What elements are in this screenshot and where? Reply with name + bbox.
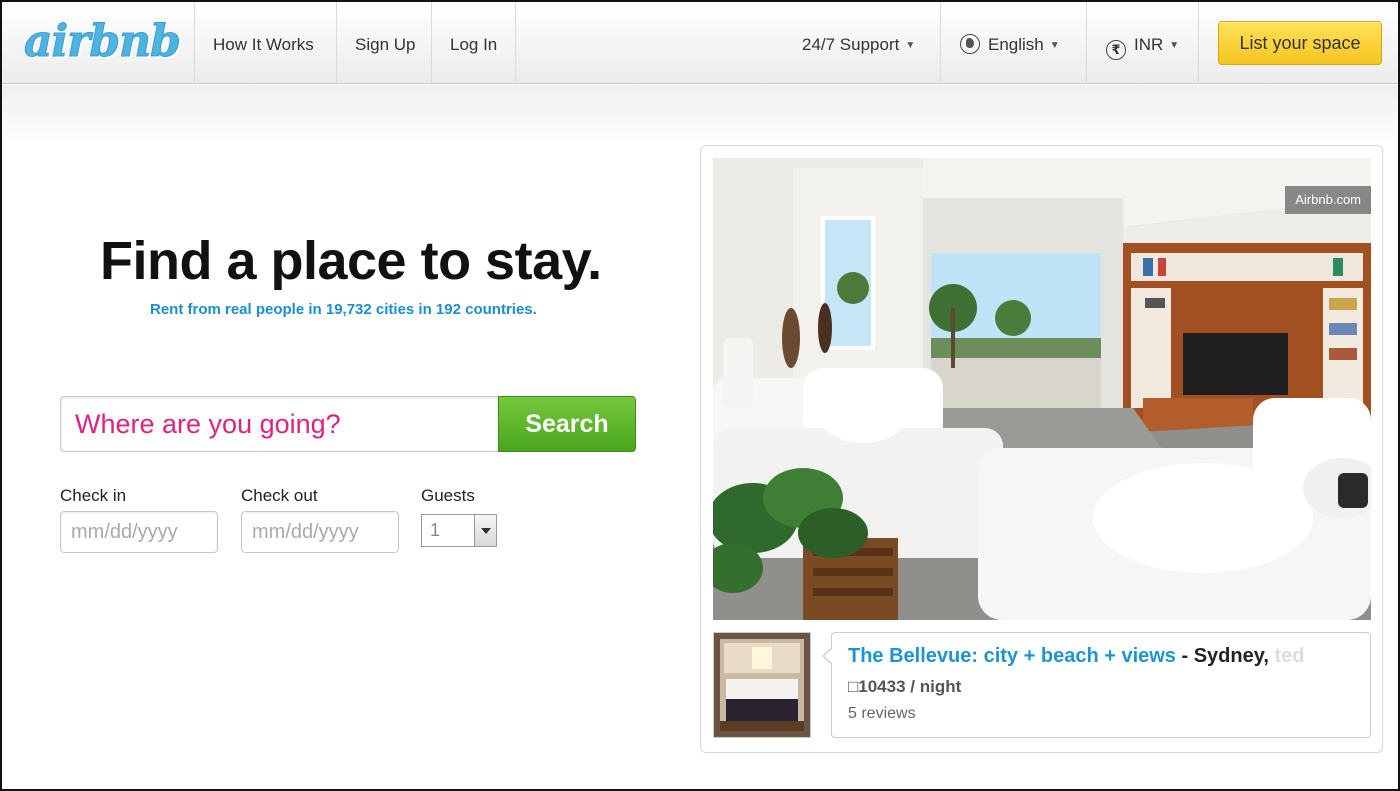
support-dropdown[interactable]: 24/7 Support ▼ [802,2,915,84]
rupee-icon: ₹ [1106,40,1126,60]
listing-thumbnail[interactable] [713,632,811,738]
globe-icon [960,34,980,54]
featured-listing-card: Airbnb.com The Bellevue: city + beach + … [700,145,1383,753]
search-field[interactable] [60,396,500,452]
nav-log-in[interactable]: Log In [431,2,517,84]
checkout-input[interactable] [242,512,398,552]
photo-watermark: Airbnb.com [1285,186,1371,214]
checkout-field[interactable] [241,511,399,553]
header-divider [940,2,941,84]
currency-dropdown[interactable]: ₹ INR ▼ [1106,2,1179,84]
chevron-down-icon: ▼ [1169,40,1180,51]
header-divider [1086,2,1087,84]
airbnb-logo[interactable]: airbnb [24,16,182,68]
listing-title: The Bellevue: city + beach + views - Syd… [848,645,1305,668]
checkin-input[interactable] [61,512,217,552]
featured-photo[interactable]: Airbnb.com [713,158,1371,620]
listing-city: Sydney, [1193,645,1269,667]
header-shadow-band [2,85,1398,145]
checkin-field[interactable] [60,511,218,553]
language-label: English [988,35,1044,54]
search-button[interactable]: Search [498,396,636,452]
browser-frame: airbnb How It Works Sign Up Log In 24/7 … [0,0,1400,791]
list-your-space-button[interactable]: List your space [1218,21,1382,65]
header-divider [1198,2,1199,84]
listing-price: □10433 / night [848,677,962,696]
currency-label: INR [1134,35,1164,54]
listing-name-link[interactable]: The Bellevue: city + beach + views [848,645,1176,667]
listing-reviews[interactable]: 5 reviews [848,705,916,723]
nav-sign-up[interactable]: Sign Up [336,2,433,84]
listing-city-faded: ted [1268,645,1305,667]
bedroom-thumbnail-image [714,633,810,737]
top-header: airbnb How It Works Sign Up Log In 24/7 … [2,2,1398,84]
language-dropdown[interactable]: English ▼ [960,2,1060,84]
listing-info: The Bellevue: city + beach + views - Syd… [822,632,1371,738]
guests-select[interactable]: 1 [421,514,497,547]
page-title: Find a place to stay. [100,231,602,291]
support-label: 24/7 Support [802,35,900,54]
chevron-down-icon: ▼ [1049,40,1060,51]
search-input[interactable] [61,397,500,451]
guests-label: Guests [421,486,475,505]
chevron-down-icon[interactable] [474,515,496,546]
checkin-label: Check in [60,486,127,505]
listing-separator: - [1175,645,1194,667]
nav-how-it-works[interactable]: How It Works [194,2,332,84]
chevron-down-icon: ▼ [905,40,916,51]
living-room-illustration [713,158,1371,620]
checkout-label: Check out [241,486,318,505]
guests-value: 1 [430,520,441,540]
page-subtitle: Rent from real people in 19,732 cities i… [150,301,537,318]
